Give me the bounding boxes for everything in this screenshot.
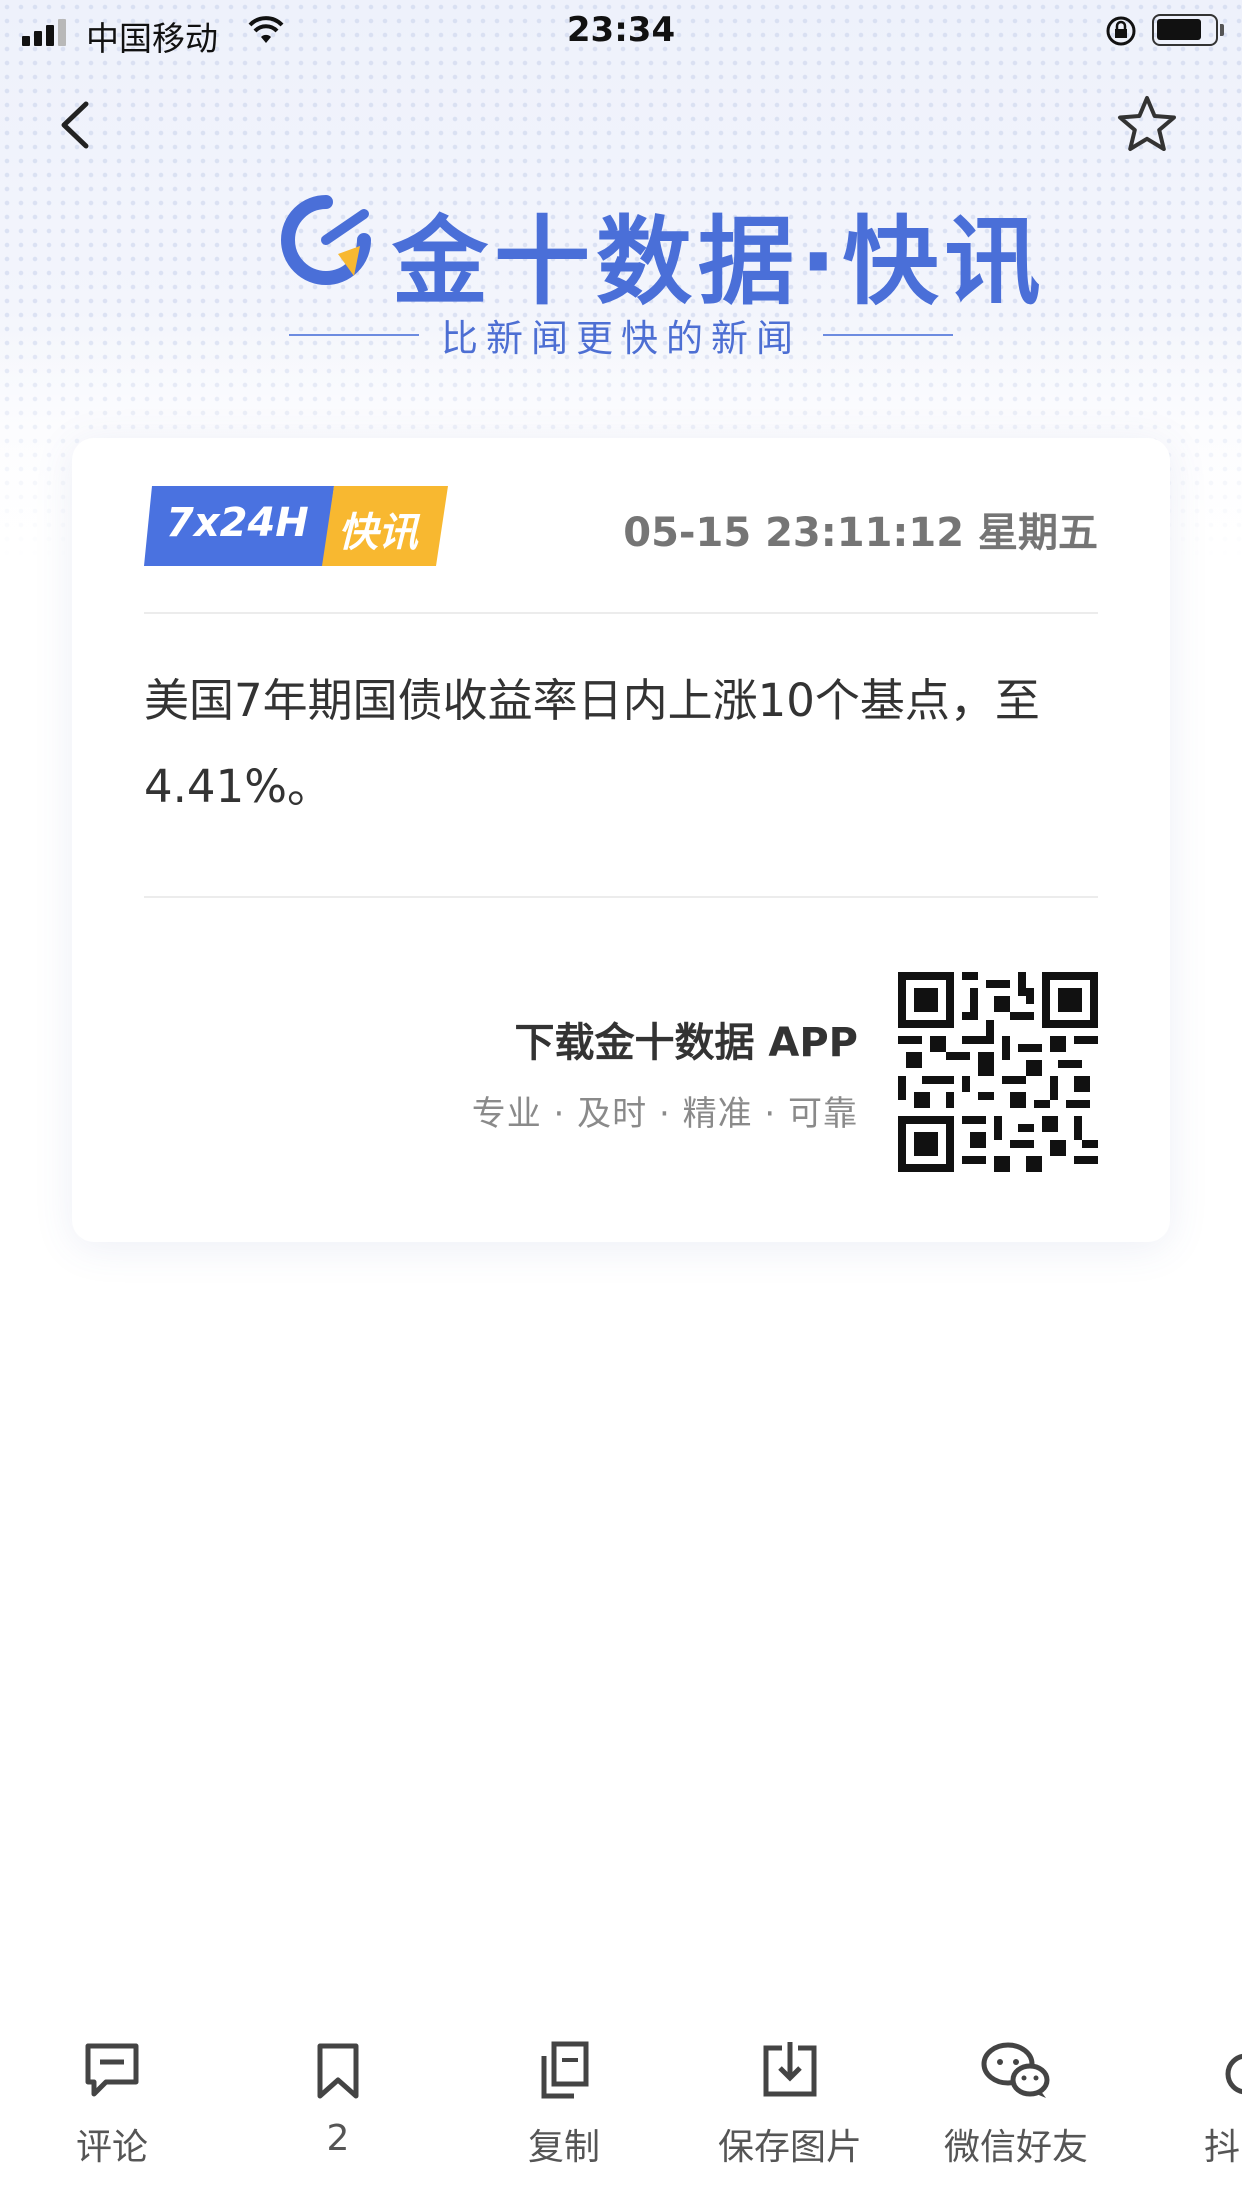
- douyin-icon: [1225, 2053, 1242, 2095]
- copy-label: 复制: [527, 2127, 600, 2168]
- qr-code-icon[interactable]: [898, 972, 1098, 1172]
- download-app-title: 下载金十数据 APP: [514, 1020, 858, 1066]
- wechat-label: 微信好友: [943, 2127, 1088, 2168]
- douyin-share-button[interactable]: 抖: [1142, 2040, 1242, 2190]
- save-image-button[interactable]: 保存图片: [690, 2040, 890, 2190]
- brand-header: 金十数据·快讯: [0, 180, 1242, 318]
- comment-label: 评论: [75, 2127, 148, 2168]
- battery-cap: [1220, 24, 1224, 36]
- save-image-label: 保存图片: [717, 2127, 862, 2168]
- brand-logo-icon: [281, 195, 371, 285]
- slogan-right-line: [823, 334, 953, 336]
- slogan-left-line: [289, 334, 419, 336]
- news-body-text: 美国7年期国债收益率日内上涨10个基点，至4.41%。: [144, 674, 1040, 813]
- douyin-label: 抖: [1204, 2127, 1241, 2168]
- battery-icon: [1152, 14, 1218, 46]
- download-app-tagline: 专业 · 及时 · 精准 · 可靠: [471, 1094, 858, 1134]
- star-icon[interactable]: [1112, 90, 1182, 160]
- status-bar: 中国移动 23:34: [0, 0, 1242, 62]
- brand-title: 金十数据·快讯: [392, 206, 1047, 318]
- wechat-share-button[interactable]: 微信好友: [916, 2040, 1116, 2190]
- bookmark-count: 2: [326, 2118, 350, 2159]
- news-card: 7x24H 快讯 05-15 23:11:12 星期五 美国7年期国债收益率日内…: [72, 438, 1170, 1242]
- card-divider-top: [144, 612, 1098, 614]
- comment-button[interactable]: 评论: [12, 2040, 212, 2190]
- bookmark-icon: [317, 2043, 359, 2099]
- copy-button[interactable]: 复制: [464, 2040, 664, 2190]
- brand-slogan: 比新闻更快的新闻: [441, 317, 801, 360]
- status-time: 23:34: [566, 10, 676, 50]
- comment-icon: [85, 2043, 139, 2097]
- download-icon: [763, 2042, 817, 2097]
- bookmark-button[interactable]: 2: [238, 2040, 438, 2190]
- news-badge: 7x24H 快讯: [144, 486, 448, 566]
- news-timestamp: 05-15 23:11:12 星期五: [623, 510, 1098, 556]
- badge-label-en: 7x24H: [166, 500, 309, 546]
- badge-label-cn: 快讯: [338, 510, 418, 556]
- rotation-lock-icon: [1106, 16, 1136, 46]
- slogan-row: 比新闻更快的新闻: [0, 310, 1242, 360]
- wechat-icon: [981, 2042, 1050, 2098]
- card-divider-bottom: [144, 896, 1098, 898]
- bottom-toolbar: 评论 2 复制 保存图片 微信好友 抖: [0, 2030, 1242, 2208]
- copy-icon: [541, 2041, 589, 2099]
- back-arrow-icon[interactable]: [46, 90, 106, 160]
